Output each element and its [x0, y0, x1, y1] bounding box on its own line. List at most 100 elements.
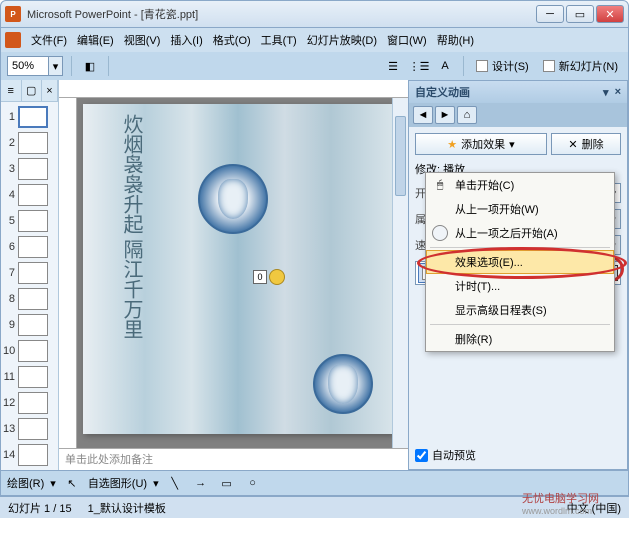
thumb-row[interactable]: 8: [3, 288, 56, 310]
slide-thumbnail[interactable]: [18, 392, 48, 414]
ctx-after-previous[interactable]: 从上一项之后开始(A): [426, 221, 614, 245]
line-icon[interactable]: ╲: [165, 473, 185, 493]
ctx-timing[interactable]: 计时(T)...: [426, 274, 614, 298]
clock-icon: [432, 225, 448, 241]
menu-file[interactable]: 文件(F): [31, 32, 67, 48]
thumb-row[interactable]: 11: [3, 366, 56, 388]
maximize-button[interactable]: ▭: [566, 5, 594, 23]
draw-menu[interactable]: 绘图(R): [7, 475, 44, 491]
slide-thumbnail[interactable]: [18, 418, 48, 440]
taskpane-dropdown-icon[interactable]: ▾: [603, 86, 609, 99]
slide-thumbnail[interactable]: [18, 444, 48, 466]
menu-slideshow[interactable]: 幻灯片放映(D): [307, 32, 377, 48]
thumb-row[interactable]: 12: [3, 392, 56, 414]
vase-image-2[interactable]: [313, 354, 373, 414]
thumb-row[interactable]: 10: [3, 340, 56, 362]
outline-pane: ≡ ▢ × 123456789101112131415: [1, 80, 59, 470]
ctx-effect-options[interactable]: 效果选项(E)...: [426, 250, 614, 274]
ctx-click-start[interactable]: 🖱单击开始(C): [426, 173, 614, 197]
menu-format[interactable]: 格式(O): [213, 32, 251, 48]
scroll-thumb[interactable]: [395, 116, 406, 196]
bullets-icon[interactable]: ☰: [383, 56, 403, 76]
close-button[interactable]: ✕: [596, 5, 624, 23]
numbering-icon[interactable]: ⋮☰: [409, 56, 429, 76]
slide-thumbnail[interactable]: [18, 340, 48, 362]
minimize-button[interactable]: ─: [536, 5, 564, 23]
thumb-row[interactable]: 4: [3, 184, 56, 206]
thumb-row[interactable]: 9: [3, 314, 56, 336]
thumb-row[interactable]: 14: [3, 444, 56, 466]
ctx-with-previous[interactable]: 从上一项开始(W): [426, 197, 614, 221]
thumb-number: 13: [3, 423, 15, 435]
remove-button[interactable]: ✕删除: [551, 133, 621, 155]
slide-thumbnail[interactable]: [18, 132, 48, 154]
menu-window[interactable]: 窗口(W): [387, 32, 427, 48]
thumbnail-list: 123456789101112131415: [1, 102, 58, 470]
slide-thumbnail[interactable]: [18, 262, 48, 284]
thumb-number: 1: [3, 111, 15, 123]
slide-thumbnail[interactable]: [18, 288, 48, 310]
menu-tools[interactable]: 工具(T): [261, 32, 297, 48]
slide-viewport[interactable]: 炊烟袅袅升起 隔江千万里 0: [59, 98, 408, 448]
pointer-icon[interactable]: ↖: [62, 473, 82, 493]
oval-icon[interactable]: ○: [243, 473, 263, 493]
thumb-row[interactable]: 7: [3, 262, 56, 284]
arrow-icon[interactable]: →: [191, 473, 211, 493]
font-size-icon[interactable]: A: [435, 56, 455, 76]
star-icon: ★: [447, 138, 457, 151]
slide-thumbnail[interactable]: [18, 210, 48, 232]
ctx-show-timeline[interactable]: 显示高级日程表(S): [426, 298, 614, 322]
thumb-number: 9: [3, 319, 15, 331]
menu-help[interactable]: 帮助(H): [437, 32, 474, 48]
design-button[interactable]: 设计(S): [472, 56, 533, 76]
slide-canvas[interactable]: 炊烟袅袅升起 隔江千万里 0: [83, 104, 393, 434]
ctx-delete[interactable]: 删除(R): [426, 327, 614, 351]
slide-thumbnail[interactable]: [18, 366, 48, 388]
vase-image-1[interactable]: [198, 164, 268, 234]
zoom-combo[interactable]: ▾: [7, 56, 63, 76]
rect-icon[interactable]: ▭: [217, 473, 237, 493]
zoom-input[interactable]: [8, 60, 48, 72]
vertical-scrollbar[interactable]: [392, 98, 408, 448]
slide-thumbnail[interactable]: [18, 236, 48, 258]
menu-separator: [430, 324, 610, 325]
thumb-row[interactable]: 1: [3, 106, 56, 128]
slide-thumbnail[interactable]: [18, 314, 48, 336]
thumb-row[interactable]: 13: [3, 418, 56, 440]
menu-insert[interactable]: 插入(I): [170, 32, 202, 48]
slide-thumbnail[interactable]: [18, 158, 48, 180]
context-menu: 🖱单击开始(C) 从上一项开始(W) 从上一项之后开始(A) 效果选项(E)..…: [425, 172, 615, 352]
thumb-row[interactable]: 5: [3, 210, 56, 232]
toolbar-button[interactable]: ◧: [80, 56, 100, 76]
autoshape-menu[interactable]: 自选图形(U): [88, 475, 147, 491]
zoom-dropdown-icon[interactable]: ▾: [48, 57, 62, 75]
thumb-number: 12: [3, 397, 15, 409]
notes-pane[interactable]: 单击此处添加备注: [59, 448, 408, 470]
nav-back-icon[interactable]: ◄: [413, 106, 433, 124]
slides-tab[interactable]: ▢: [22, 80, 43, 101]
new-slide-button[interactable]: 新幻灯片(N): [539, 56, 622, 76]
slide-thumbnail[interactable]: [18, 106, 48, 128]
thumb-row[interactable]: 3: [3, 158, 56, 180]
thumb-row[interactable]: 6: [3, 236, 56, 258]
menu-view[interactable]: 视图(V): [124, 32, 161, 48]
slide-text: 炊烟袅袅升起 隔江千万里: [113, 114, 149, 339]
menubar: 文件(F) 编辑(E) 视图(V) 插入(I) 格式(O) 工具(T) 幻灯片放…: [0, 28, 629, 52]
menu-edit[interactable]: 编辑(E): [77, 32, 114, 48]
window-title: Microsoft PowerPoint - [青花瓷.ppt]: [27, 6, 536, 22]
nav-forward-icon[interactable]: ►: [435, 106, 455, 124]
thumb-number: 14: [3, 449, 15, 461]
outline-tabs: ≡ ▢ ×: [1, 80, 58, 102]
close-outline-icon[interactable]: ×: [42, 80, 58, 101]
auto-preview-checkbox[interactable]: [415, 449, 428, 462]
nav-home-icon[interactable]: ⌂: [457, 106, 477, 124]
outline-tab[interactable]: ≡: [1, 80, 22, 101]
app-icon: P: [5, 6, 21, 22]
main-area: ≡ ▢ × 123456789101112131415 炊烟袅袅升起 隔江千万里…: [0, 80, 629, 470]
add-effect-button[interactable]: ★添加效果 ▾: [415, 133, 547, 155]
animation-marker[interactable]: 0: [253, 269, 285, 285]
slide-thumbnail[interactable]: [18, 184, 48, 206]
thumb-number: 4: [3, 189, 15, 201]
thumb-row[interactable]: 2: [3, 132, 56, 154]
taskpane-close-icon[interactable]: ×: [615, 86, 621, 98]
